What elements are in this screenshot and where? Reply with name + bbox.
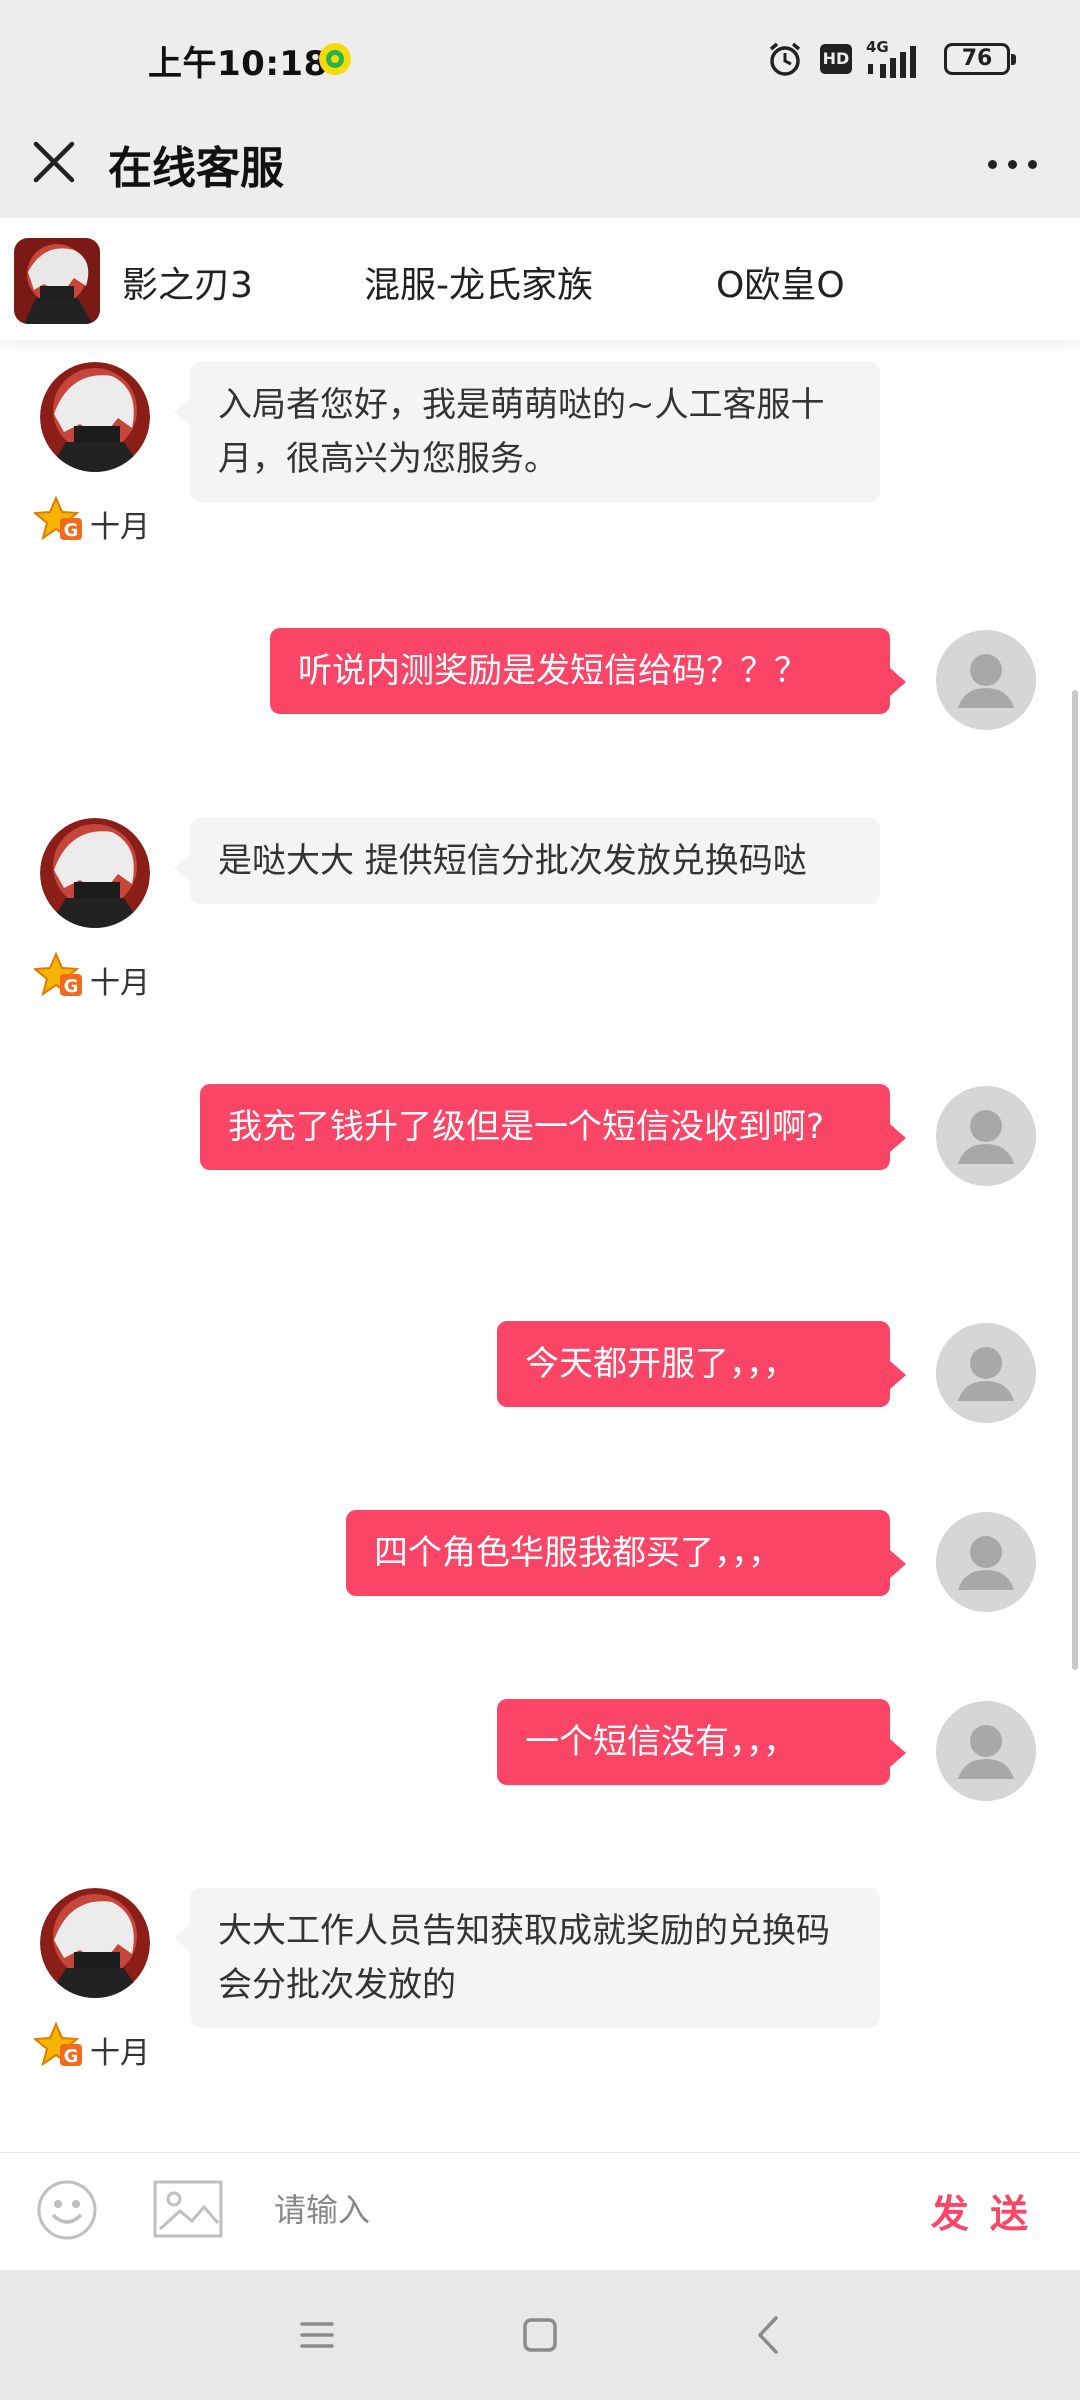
agent-avatar[interactable]	[40, 1888, 150, 1998]
game-name: 影之刃3	[122, 265, 253, 306]
status-bar: 上午10:18 HD 4G 76	[0, 0, 1080, 118]
signal-icon	[868, 46, 916, 78]
user-avatar-icon[interactable]	[936, 1512, 1036, 1612]
message-input[interactable]	[272, 2177, 892, 2243]
message-bubble-user: 今天都开服了，，，	[497, 1321, 906, 1407]
close-icon[interactable]	[28, 136, 80, 188]
message-bubble-agent: 是哒大大 提供短信分批次发放兑换码哒	[174, 818, 880, 904]
user-avatar-icon[interactable]	[936, 630, 1036, 730]
agent-avatar[interactable]	[40, 362, 150, 472]
page-title: 在线客服	[108, 143, 284, 194]
vip-badge-icon: G	[34, 496, 82, 541]
title-bar: 在线客服	[0, 118, 1080, 218]
more-icon[interactable]	[980, 138, 1044, 188]
system-nav-bar	[0, 2270, 1080, 2400]
message-bubble-agent: 入局者您好，我是萌萌哒的~人工客服十月，很高兴为您服务。	[174, 362, 880, 502]
agent-name: G 十月	[34, 496, 150, 546]
message-bubble-user: 听说内测奖励是发短信给码？？？	[270, 628, 906, 714]
svg-text:G: G	[64, 520, 79, 541]
send-button[interactable]: 发 送	[931, 2183, 1032, 2238]
svg-text:G: G	[64, 2046, 79, 2067]
chat-scrollbar[interactable]	[1072, 690, 1078, 1670]
back-icon[interactable]	[744, 2310, 794, 2360]
chat-area[interactable]: G 十月 入局者您好，我是萌萌哒的~人工客服十月，很高兴为您服务。 听说内测奖励…	[0, 340, 1080, 2152]
agent-name: G 十月	[34, 952, 150, 1002]
agent-name: G 十月	[34, 2022, 150, 2072]
input-bar: 发 送	[0, 2152, 1080, 2270]
emoji-icon[interactable]	[36, 2179, 98, 2241]
status-time: 上午10:18	[148, 44, 328, 84]
server-name: 混服-龙氏家族	[364, 265, 593, 306]
agent-avatar[interactable]	[40, 818, 150, 928]
hd-badge: HD	[820, 44, 852, 74]
message-bubble-user: 四个角色华服我都买了，，，	[346, 1510, 906, 1596]
app-notification-icon	[319, 43, 351, 75]
alarm-icon	[769, 42, 801, 76]
vip-badge-icon: G	[34, 952, 82, 997]
role-name: O欧皇O	[716, 265, 845, 306]
message-bubble-user: 我充了钱升了级但是一个短信没收到啊?	[200, 1084, 906, 1170]
message-bubble-agent: 大大工作人员告知获取成就奖励的兑换码会分批次发放的	[174, 1888, 880, 2028]
user-avatar-icon[interactable]	[936, 1701, 1036, 1801]
game-icon	[14, 238, 100, 324]
user-avatar-icon[interactable]	[936, 1323, 1036, 1423]
game-info-bar: 影之刃3 混服-龙氏家族 O欧皇O	[0, 218, 1080, 340]
message-bubble-user: 一个短信没有，，，	[497, 1699, 906, 1785]
image-icon[interactable]	[152, 2179, 224, 2239]
svg-text:G: G	[64, 976, 79, 997]
battery-indicator: 76	[944, 43, 1016, 75]
user-avatar-icon[interactable]	[936, 1086, 1036, 1186]
home-icon[interactable]	[515, 2310, 565, 2360]
menu-icon[interactable]	[292, 2310, 342, 2360]
vip-badge-icon: G	[34, 2022, 82, 2067]
